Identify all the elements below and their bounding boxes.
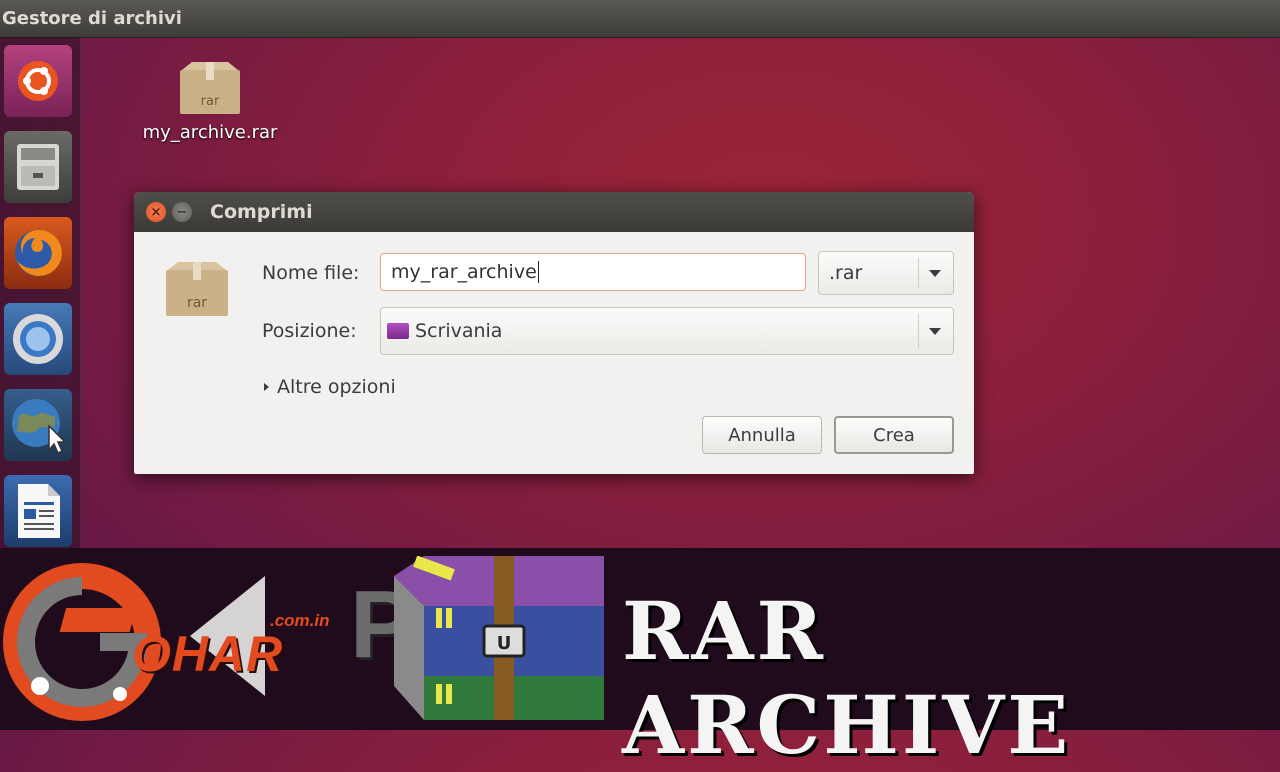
winrar-books-icon: U	[384, 555, 614, 726]
desktop-archive-file[interactable]: rar my_archive.rar	[130, 58, 290, 143]
firefox-icon[interactable]	[4, 217, 72, 289]
desktop-folder-icon	[387, 323, 409, 339]
banner-title: RAR ARCHIVE	[622, 584, 1072, 772]
location-value: Scrivania	[415, 320, 503, 342]
filename-label: Nome file:	[262, 262, 360, 284]
dialog-titlebar: × − Comprimi	[134, 192, 974, 232]
launcher	[0, 37, 81, 557]
dialog-rar-badge-text: rar	[187, 295, 207, 311]
chevron-down-icon	[929, 270, 941, 277]
text-caret	[537, 261, 539, 283]
web-browser-globe-icon[interactable]	[4, 389, 72, 461]
filename-input[interactable]: my_rar_archive	[380, 253, 806, 291]
logo-name-text: OHAR	[132, 626, 284, 682]
svg-text:U: U	[497, 633, 512, 654]
rar-badge-text: rar	[201, 94, 220, 109]
more-options-label: Altre opzioni	[277, 376, 396, 398]
archive-package-icon: rar	[130, 58, 290, 120]
close-icon[interactable]: ×	[146, 202, 166, 222]
ubuntu-dash-icon[interactable]	[4, 45, 72, 117]
window-title: Gestore di archivi	[2, 8, 182, 29]
cancel-button[interactable]: Annulla	[702, 416, 822, 454]
location-label: Posizione:	[262, 320, 357, 342]
dialog-title: Comprimi	[210, 201, 313, 223]
files-cabinet-icon[interactable]	[4, 131, 72, 203]
writer-document-icon[interactable]	[4, 475, 72, 547]
chromium-icon[interactable]	[4, 303, 72, 375]
chevron-down-icon	[929, 328, 941, 335]
archive-package-icon: rar	[164, 258, 230, 322]
desktop-archive-label: my_archive.rar	[142, 122, 278, 143]
create-button[interactable]: Crea	[834, 416, 954, 454]
minimize-icon[interactable]: −	[172, 202, 192, 222]
filename-value: my_rar_archive	[391, 261, 537, 283]
location-select[interactable]: Scrivania	[380, 307, 954, 355]
expander-arrow-icon	[264, 383, 269, 391]
top-panel: Gestore di archivi	[0, 0, 1280, 37]
compress-dialog: × − Comprimi rar Nome file: my_rar_archi…	[134, 192, 974, 474]
extension-select[interactable]: .rar	[818, 251, 954, 295]
extension-value: .rar	[829, 262, 863, 284]
more-options-expander[interactable]: Altre opzioni	[264, 376, 396, 398]
